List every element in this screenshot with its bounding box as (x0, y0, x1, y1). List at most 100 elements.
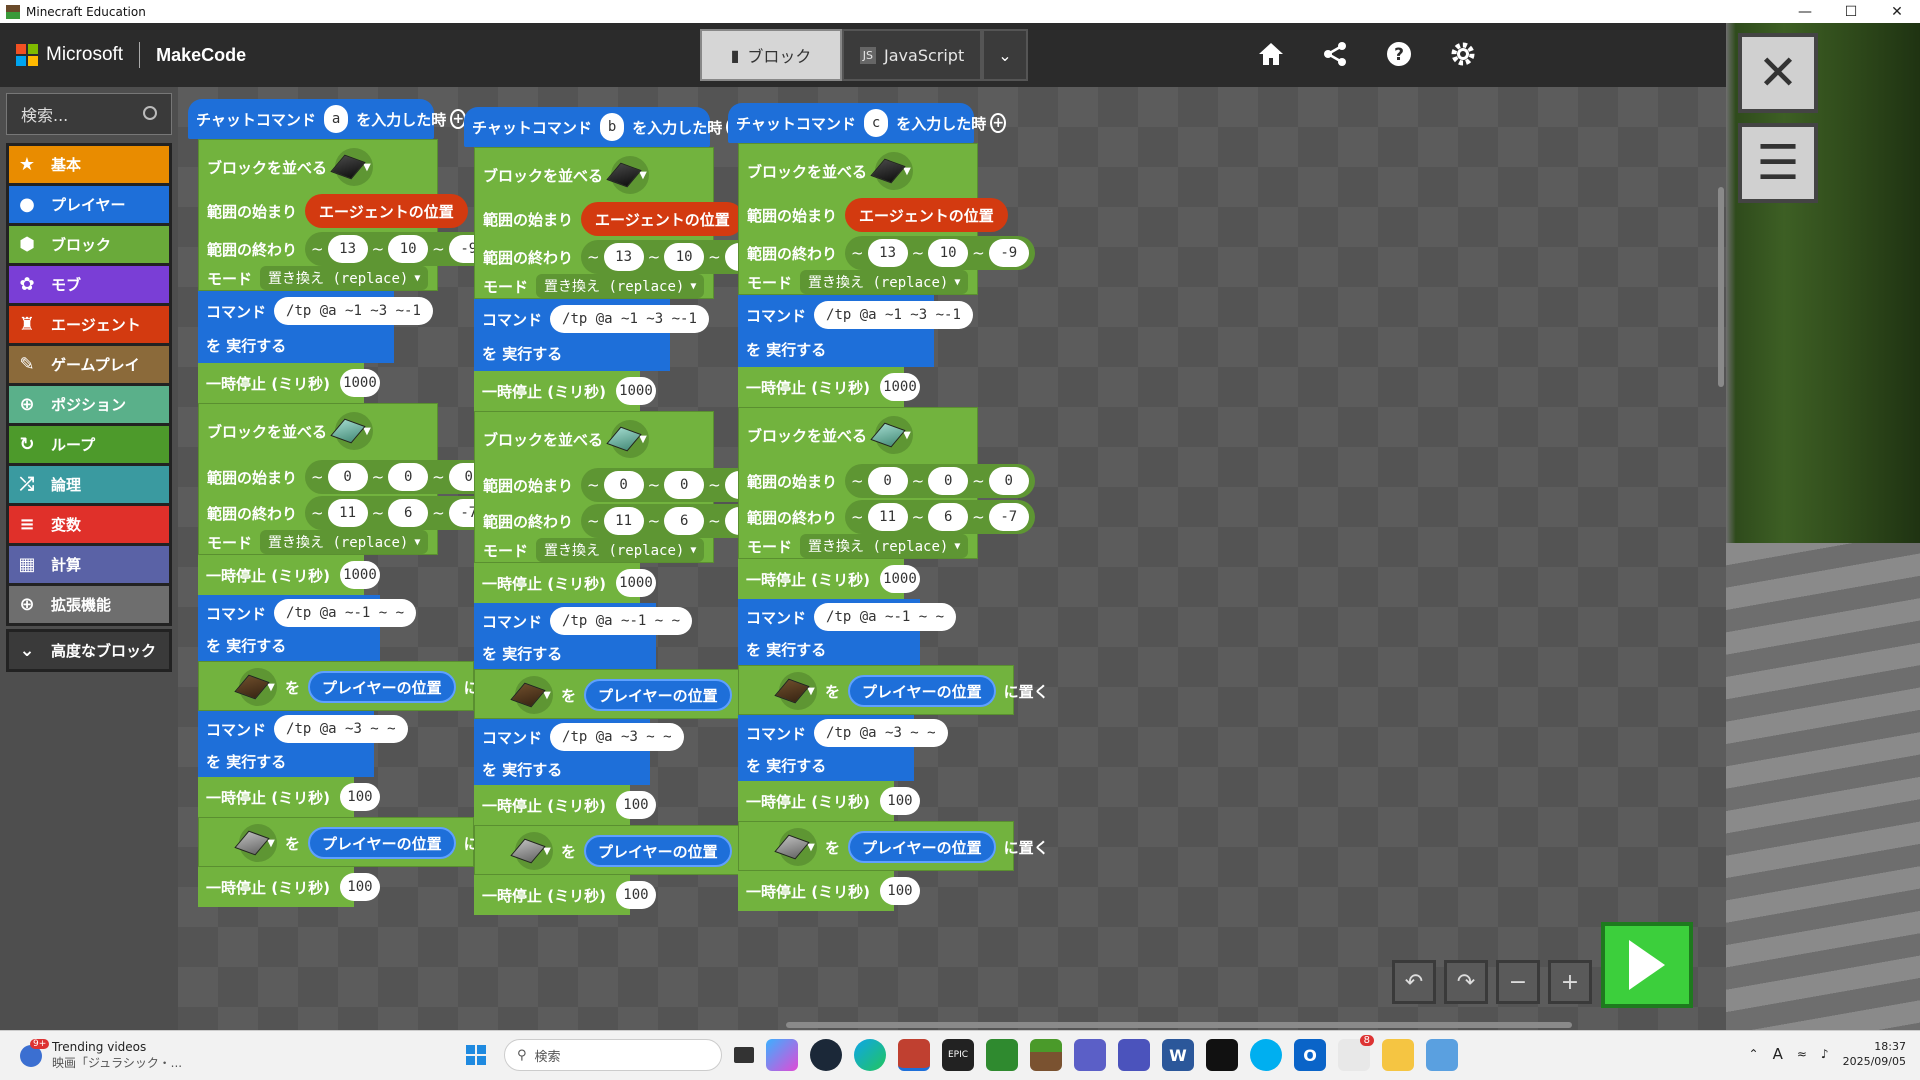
position-vector[interactable]: ~11~6~-7 (845, 500, 1035, 534)
wifi-icon[interactable]: ≈ (1797, 1047, 1807, 1061)
settings-gear-icon[interactable] (1446, 37, 1480, 71)
home-icon[interactable] (1254, 37, 1288, 71)
fill-mode-dropdown[interactable]: 置き換え (replace) ▼ (800, 270, 969, 294)
position-vector[interactable]: ~13~10~-9 (845, 236, 1035, 270)
fill-blocks-block[interactable]: ブロックを並べる▼範囲の始まりエージェントの位置範囲の終わり~13~10~-9モ… (738, 143, 1035, 295)
run-command-block[interactable]: コマンド/tp @a ~3 ~ ~ を 実行する (474, 719, 684, 785)
place-block-block[interactable]: ▼をプレイヤーの位置に置く (198, 817, 509, 867)
prismarine-block-icon-dropdown[interactable]: ▼ (870, 416, 914, 454)
outlook-icon[interactable]: O (1294, 1039, 1326, 1071)
blocks-mode-button[interactable]: ▮ ブロック (700, 29, 842, 81)
command-text-input[interactable]: /tp @a ~3 ~ ~ (274, 715, 408, 743)
command-text-input[interactable]: /tp @a ~3 ~ ~ (550, 723, 684, 751)
toolbox-category[interactable]: ⊕ 拡張機能 (6, 583, 172, 626)
coordinate-value[interactable]: 0 (867, 467, 908, 495)
command-name-input[interactable]: c (863, 109, 889, 137)
paint-icon[interactable] (1426, 1039, 1458, 1071)
place-block-block[interactable]: ▼をプレイヤーの位置に置く (738, 821, 1049, 871)
run-command-block[interactable]: コマンド/tp @a ~1 ~3 ~-1 を 実行する (474, 299, 709, 371)
add-parameter-icon[interactable]: + (990, 113, 1007, 133)
fill-blocks-block[interactable]: ブロックを並べる▼範囲の始まり~0~0~0範囲の終わり~11~6~-7モード置き… (198, 403, 495, 555)
coordinate-value[interactable]: 10 (664, 243, 705, 271)
command-name-input[interactable]: a (323, 105, 349, 133)
toolbox-category[interactable]: ▦ 計算 (6, 543, 172, 586)
toolbox-category[interactable]: ✎ ゲームプレイ (6, 343, 172, 386)
black-concrete-icon-dropdown[interactable]: ▼ (870, 152, 914, 190)
black-concrete-icon-dropdown[interactable]: ▼ (606, 156, 650, 194)
run-command-block[interactable]: コマンド/tp @a ~3 ~ ~ を 実行する (198, 711, 408, 777)
minimize-icon[interactable]: — (1782, 0, 1828, 23)
position-vector[interactable]: ~0~0~0 (845, 464, 1035, 498)
workspace-vertical-scrollbar[interactable] (1718, 187, 1724, 387)
rail-block-icon-dropdown[interactable]: ▼ (510, 832, 553, 870)
command-text-input[interactable]: /tp @a ~3 ~ ~ (814, 719, 948, 747)
pause-block[interactable]: 一時停止 (ミリ秒) 100 (198, 867, 380, 907)
door-block-icon-dropdown[interactable]: ▼ (234, 668, 277, 706)
player-position-reporter[interactable]: プレイヤーの位置 (848, 675, 996, 707)
teams-work-icon[interactable] (1118, 1039, 1150, 1071)
command-text-input[interactable]: /tp @a ~1 ~3 ~-1 (274, 297, 433, 325)
fill-blocks-block[interactable]: ブロックを並べる▼範囲の始まりエージェントの位置範囲の終わり~13~10~-9モ… (474, 147, 771, 299)
coordinate-value[interactable]: -7 (988, 503, 1029, 531)
close-icon[interactable]: ✕ (1874, 0, 1920, 23)
zoom-in-icon[interactable]: + (1548, 960, 1592, 1004)
coordinate-value[interactable]: 10 (388, 235, 429, 263)
toolbox-category[interactable]: ⌄ 高度なブロック (6, 629, 172, 672)
tray-overflow-icon[interactable]: ⌃ (1749, 1047, 1759, 1061)
run-command-block[interactable]: コマンド/tp @a ~-1 ~ ~ を 実行する (198, 595, 417, 661)
prismarine-block-icon-dropdown[interactable]: ▼ (606, 420, 650, 458)
fill-blocks-block[interactable]: ブロックを並べる▼範囲の始まり~0~0~0範囲の終わり~11~6~-7モード置き… (738, 407, 1035, 559)
toolbox-search-input[interactable]: 検索... (6, 93, 172, 135)
toolbox-category[interactable]: ↻ ループ (6, 423, 172, 466)
run-code-button[interactable] (1601, 922, 1693, 1008)
toolbox-category[interactable]: ♜ エージェント (6, 303, 172, 346)
pause-ms-input[interactable]: 1000 (339, 561, 380, 589)
position-vector[interactable]: ~0~0~0 (305, 460, 495, 494)
coordinate-value[interactable]: 0 (988, 467, 1029, 495)
run-command-block[interactable]: コマンド/tp @a ~1 ~3 ~-1 を 実行する (738, 295, 973, 367)
toolbox-category[interactable]: ⤮ 論理 (6, 463, 172, 506)
task-view-icon[interactable] (734, 1047, 754, 1063)
prismarine-block-icon-dropdown[interactable]: ▼ (330, 412, 374, 450)
pause-ms-input[interactable]: 100 (615, 791, 656, 819)
help-icon[interactable]: ? (1382, 37, 1416, 71)
coordinate-value[interactable]: 13 (327, 235, 368, 263)
rail-block-icon-dropdown[interactable]: ▼ (774, 828, 817, 866)
pause-block[interactable]: 一時停止 (ミリ秒) 100 (738, 871, 920, 911)
coordinate-value[interactable]: 13 (603, 243, 644, 271)
menu-button[interactable]: ☰ (1738, 123, 1818, 203)
pause-ms-input[interactable]: 100 (339, 873, 380, 901)
news-widget[interactable]: 9+ Trending videos 映画「ジュラシック・... (20, 1038, 182, 1071)
coordinate-value[interactable]: 6 (928, 503, 969, 531)
player-position-reporter[interactable]: プレイヤーの位置 (308, 827, 456, 859)
door-block-icon-dropdown[interactable]: ▼ (510, 676, 553, 714)
command-name-input[interactable]: b (599, 113, 625, 141)
player-position-reporter[interactable]: プレイヤーの位置 (848, 831, 996, 863)
rail-block-icon-dropdown[interactable]: ▼ (234, 824, 277, 862)
pause-block[interactable]: 一時停止 (ミリ秒) 1000 (474, 563, 656, 603)
chat-command-hat-block[interactable]: チャットコマンドbを入力した時+ (464, 107, 743, 147)
pause-block[interactable]: 一時停止 (ミリ秒) 100 (198, 777, 380, 817)
coordinate-value[interactable]: -9 (988, 239, 1029, 267)
run-command-block[interactable]: コマンド/tp @a ~1 ~3 ~-1 を 実行する (198, 291, 433, 363)
fill-mode-dropdown[interactable]: 置き換え (replace) ▼ (536, 538, 705, 562)
notification-app-icon[interactable]: 8 (1338, 1035, 1374, 1071)
epic-games-icon[interactable]: EPIC (942, 1039, 974, 1071)
agent-position-reporter[interactable]: エージェントの位置 (581, 202, 744, 236)
teams-icon[interactable] (1074, 1039, 1106, 1071)
pause-block[interactable]: 一時停止 (ミリ秒) 1000 (198, 555, 380, 595)
command-text-input[interactable]: /tp @a ~1 ~3 ~-1 (550, 305, 709, 333)
fill-blocks-block[interactable]: ブロックを並べる▼範囲の始まりエージェントの位置範囲の終わり~13~10~-9モ… (198, 139, 495, 291)
toolbox-category[interactable]: ⬢ ブロック (6, 223, 172, 266)
javascript-mode-button[interactable]: JS JavaScript (842, 29, 982, 81)
minecraft-grass-icon[interactable] (1030, 1039, 1062, 1071)
place-block-block[interactable]: ▼をプレイヤーの位置に置く (198, 661, 509, 711)
fill-mode-dropdown[interactable]: 置き換え (replace) ▼ (260, 266, 429, 290)
coordinate-value[interactable]: 11 (603, 507, 644, 535)
volume-icon[interactable]: ♪ (1821, 1047, 1829, 1061)
toolbox-category[interactable]: ≡ 変数 (6, 503, 172, 546)
coordinate-value[interactable]: 0 (327, 463, 368, 491)
coordinate-value[interactable]: 0 (928, 467, 969, 495)
place-block-block[interactable]: ▼をプレイヤーの位置に置く (738, 665, 1049, 715)
chat-command-hat-block[interactable]: チャットコマンド c を入力した時 + (728, 103, 1007, 143)
